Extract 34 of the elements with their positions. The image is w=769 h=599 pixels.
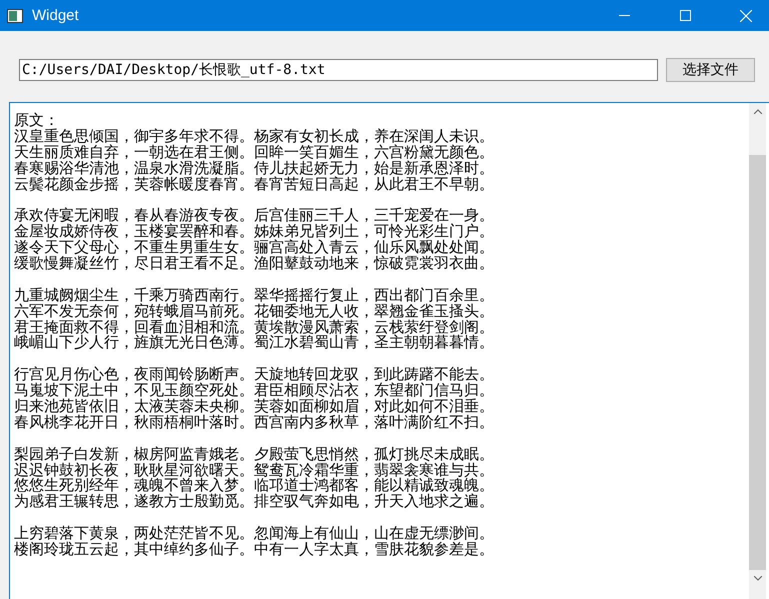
poem-line: 行宫见月伤心色，夜雨闻铃肠断声。天旋地转回龙驭，到此踌躇不能去。 bbox=[14, 367, 495, 384]
text-area[interactable] bbox=[9, 102, 769, 599]
choose-file-button[interactable]: 选择文件 bbox=[666, 58, 755, 82]
poem-line: 缓歌慢舞凝丝竹，尽日君王看不足。渔阳鼙鼓动地来，惊破霓裳羽衣曲。 bbox=[14, 256, 495, 272]
poem-line: 汉皇重色思倾国，御宇多年求不得。杨家有女初长成，养在深闺人未识。 bbox=[14, 128, 495, 145]
close-icon bbox=[740, 10, 752, 22]
poem-line: 归来池苑皆依旧，太液芙蓉未央柳。芙蓉如面柳如眉，对此如何不泪垂。 bbox=[14, 399, 495, 415]
scroll-down-icon[interactable] bbox=[754, 576, 762, 581]
poem-line: 为感君王辗转思，遂教方士殷勤觅。排空驭气奔如电，升天入地求之遍。 bbox=[14, 494, 495, 510]
file-path-field[interactable]: C:/Users/DAI/Desktop/长恨歌_utf-8.txt bbox=[19, 59, 658, 81]
poem-line: 天生丽质难自弃，一朝选在君王侧。回眸一笑百媚生，六宫粉黛无颜色。 bbox=[14, 144, 495, 161]
poem-line: 云鬓花颜金步摇，芙蓉帐暖度春宵。春宵苦短日高起，从此君王不早朝。 bbox=[14, 176, 495, 192]
poem-line: 君王掩面救不得，回看血泪相和流。黄埃散漫风萧索，云栈萦纡登剑阁。 bbox=[14, 320, 495, 336]
poem-line: 悠悠生死别经年，魂魄不曾来入梦。临邛道士鸿都客，能以精诚致魂魄。 bbox=[14, 478, 495, 494]
poem-line: 遂令天下父母心，不重生男重生女。骊宫高处入青云，仙乐风飘处处闻。 bbox=[14, 240, 495, 256]
poem-line: 迟迟钟鼓初长夜，耿耿星河欲曙天。鸳鸯瓦冷霜华重，翡翠衾寒谁与共。 bbox=[14, 462, 495, 478]
scrollbar-thumb[interactable] bbox=[749, 155, 766, 570]
poem-line: 上穷碧落下黄泉，两处茫茫皆不见。忽闻海上有仙山，山在虚无缥渺间。 bbox=[14, 526, 495, 542]
poem-line: 峨嵋山下少人行，旌旗无光日色薄。蜀江水碧蜀山青，圣主朝朝暮暮情。 bbox=[14, 335, 495, 352]
window-icon bbox=[7, 8, 23, 22]
text-heading: 原文： bbox=[14, 113, 60, 129]
poem-line: 春风桃李花开日，秋雨梧桐叶落时。西宫南内多秋草，落叶满阶红不扫。 bbox=[14, 414, 495, 431]
poem-line: 金屋妆成娇侍夜，玉楼宴罢醉和春。姊妹弟兄皆列土，可怜光彩生门户。 bbox=[14, 224, 495, 240]
poem-line: 梨园弟子白发新，椒房阿监青娥老。夕殿萤飞思悄然，孤灯挑尽未成眠。 bbox=[14, 446, 495, 463]
maximize-icon bbox=[680, 10, 690, 21]
poem-line: 九重城阙烟尘生，千乘万骑西南行。翠华摇摇行复止，西出都门百余里。 bbox=[14, 288, 495, 304]
window-title: Widget bbox=[32, 7, 79, 24]
scroll-up-icon[interactable] bbox=[754, 109, 762, 114]
vertical-scrollbar[interactable] bbox=[749, 103, 766, 599]
poem-line: 春寒赐浴华清池，温泉水滑洗凝脂。侍儿扶起娇无力，始是新承恩泽时。 bbox=[14, 160, 495, 177]
poem-line: 六军不发无奈何，宛转蛾眉马前死。花钿委地无人收，翠翘金雀玉搔头。 bbox=[14, 304, 495, 320]
poem-line: 承欢侍宴无闲暇，春从春游夜专夜。后宫佳丽三千人，三千宠爱在一身。 bbox=[14, 208, 495, 224]
poem-line: 马嵬坡下泥土中，不见玉颜空死处。君臣相顾尽沾衣，东望都门信马归。 bbox=[14, 383, 495, 400]
poem-line: 楼阁玲珑五云起，其中绰约多仙子。中有一人字太真，雪肤花貌参差是。 bbox=[14, 542, 495, 558]
